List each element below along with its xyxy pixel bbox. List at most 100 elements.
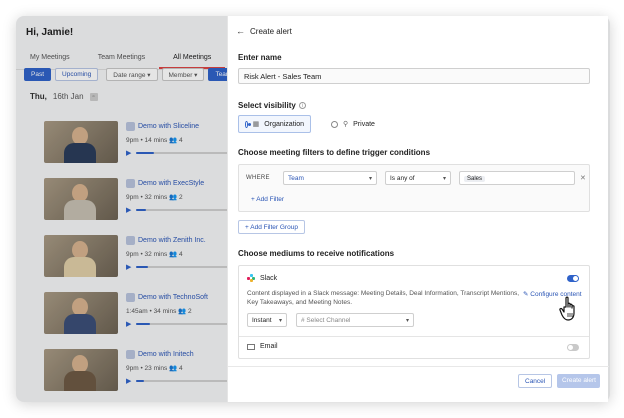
progress-fill	[136, 152, 154, 154]
meeting-title[interactable]: Demo with Zenith Inc.	[138, 237, 206, 244]
pencil-icon: ✎	[523, 291, 529, 298]
private-label: Private	[353, 120, 375, 128]
filter-field-value: Team	[288, 175, 304, 182]
tab-all-meetings[interactable]: All Meetings	[159, 48, 226, 69]
filters-label: Choose meeting filters to define trigger…	[238, 148, 431, 157]
meeting-thumbnail[interactable]	[44, 292, 118, 334]
person-body	[64, 257, 96, 277]
tab-my-meetings[interactable]: My Meetings	[16, 48, 84, 69]
value-chip[interactable]: Sales	[464, 176, 486, 182]
notification-mediums: Slack Content displayed in a Slack messa…	[238, 265, 590, 359]
visibility-label-text: Select visibility	[238, 101, 296, 110]
meeting-type-icon	[126, 236, 135, 245]
progress-fill	[136, 209, 146, 211]
playback-bar[interactable]: ▶	[126, 377, 236, 385]
playback-bar[interactable]: ▶	[126, 149, 236, 157]
person-body	[64, 143, 96, 163]
meeting-title[interactable]: Demo with Sliceline	[138, 123, 199, 130]
meeting-meta: 9pm • 32 mins 👥 4	[126, 251, 183, 258]
playback-bar[interactable]: ▶	[126, 263, 236, 271]
calendar-icon[interactable]: ▫	[89, 92, 98, 101]
meeting-row[interactable]: Demo with Sliceline 9pm • 14 mins 👥 4 ▶	[44, 121, 234, 165]
progress-track[interactable]	[136, 380, 234, 382]
add-filter-button[interactable]: + Add Filter	[251, 196, 284, 203]
play-icon[interactable]: ▶	[126, 320, 131, 328]
progress-fill	[136, 380, 144, 382]
playback-bar[interactable]: ▶	[126, 206, 236, 214]
filter-operator-value: Is any of	[390, 175, 415, 182]
filter-field-select[interactable]: Team ▾	[283, 171, 377, 185]
footer-divider	[228, 366, 609, 367]
channel-placeholder: # Select Channel	[301, 317, 351, 324]
panel-title: Create alert	[250, 26, 292, 36]
meeting-thumbnail[interactable]	[44, 235, 118, 277]
date-label: 16th Jan	[52, 92, 84, 101]
progress-fill	[136, 266, 148, 268]
chevron-down-icon: ▾	[405, 318, 409, 324]
playback-bar[interactable]: ▶	[126, 320, 236, 328]
meeting-thumbnail[interactable]	[44, 121, 118, 163]
person-body	[64, 314, 96, 334]
meeting-title[interactable]: Demo with ExecStyle	[138, 180, 204, 187]
channel-select[interactable]: # Select Channel ▾	[296, 313, 414, 327]
person-body	[64, 200, 96, 220]
past-toggle[interactable]: Past	[24, 68, 52, 81]
enter-name-label: Enter name	[238, 53, 282, 62]
play-icon[interactable]: ▶	[126, 263, 131, 271]
meeting-title[interactable]: Demo with Initech	[138, 351, 194, 358]
meeting-row[interactable]: Demo with Initech 9pm • 23 mins 👥 4 ▶	[44, 349, 234, 393]
building-icon: ▦	[252, 121, 260, 128]
add-filter-group-button[interactable]: + Add Filter Group	[238, 220, 305, 234]
email-row: Email	[247, 343, 278, 350]
slack-row: Slack	[247, 274, 277, 282]
meeting-type-icon	[126, 122, 135, 131]
visibility-organization-option[interactable]: ▦ Organization	[238, 115, 311, 133]
play-icon[interactable]: ▶	[126, 149, 131, 157]
progress-fill	[136, 323, 150, 325]
meeting-row[interactable]: Demo with TechnoSoft 1:45am • 34 mins 👥 2…	[44, 292, 234, 336]
create-alert-button[interactable]: Create alert	[557, 374, 600, 388]
filter-bar: Past Upcoming Date range ▾ Member ▾ Team	[24, 68, 239, 81]
frequency-value: Instant	[252, 317, 272, 324]
date-range-dropdown[interactable]: Date range ▾	[106, 68, 158, 81]
info-icon[interactable]: i	[298, 102, 306, 110]
meeting-type-icon	[126, 179, 135, 188]
meeting-title[interactable]: Demo with TechnoSoft	[138, 294, 208, 301]
tab-team-meetings[interactable]: Team Meetings	[84, 48, 159, 69]
remove-filter-icon[interactable]: ✕	[580, 174, 586, 182]
frequency-select[interactable]: Instant ▾	[247, 313, 287, 327]
chevron-down-icon: ▾	[278, 318, 282, 324]
alert-name-input[interactable]	[238, 68, 590, 84]
play-icon[interactable]: ▶	[126, 377, 131, 385]
progress-track[interactable]	[136, 266, 234, 268]
back-arrow-icon[interactable]: ←	[236, 26, 245, 36]
progress-track[interactable]	[136, 323, 234, 325]
filter-group: WHERE Team ▾ Is any of ▾ Sales ✕ + Add F…	[238, 164, 590, 212]
date-day: Thu,	[30, 92, 47, 101]
meeting-row[interactable]: Demo with ExecStyle 9pm • 32 mins 👥 2 ▶	[44, 178, 234, 222]
meeting-tabs: My Meetings Team Meetings All Meetings	[16, 48, 236, 70]
mediums-label: Choose mediums to receive notifications	[238, 249, 395, 258]
email-toggle[interactable]	[567, 344, 579, 351]
progress-track[interactable]	[136, 209, 234, 211]
where-label: WHERE	[246, 175, 270, 181]
member-dropdown[interactable]: Member ▾	[161, 68, 205, 81]
meeting-meta: 9pm • 23 mins 👥 4	[126, 365, 183, 372]
mail-icon	[247, 343, 255, 350]
upcoming-toggle[interactable]: Upcoming	[55, 68, 99, 81]
cancel-button[interactable]: Cancel	[518, 374, 553, 388]
radio-selected-icon[interactable]	[245, 120, 250, 128]
filter-operator-select[interactable]: Is any of ▾	[385, 171, 451, 185]
chevron-down-icon: ▾	[368, 176, 372, 182]
play-icon[interactable]: ▶	[126, 206, 131, 214]
meeting-type-icon	[126, 293, 135, 302]
slack-toggle[interactable]	[567, 275, 579, 282]
meeting-row[interactable]: Demo with Zenith Inc. 9pm • 32 mins 👥 4 ▶	[44, 235, 234, 279]
slack-label: Slack	[260, 274, 278, 282]
meeting-meta: 9pm • 14 mins 👥 4	[126, 137, 183, 144]
meeting-thumbnail[interactable]	[44, 178, 118, 220]
radio-unselected-icon[interactable]	[331, 120, 338, 128]
filter-value-select[interactable]: Sales	[459, 171, 575, 185]
visibility-private-option[interactable]: ⚲ Private	[325, 115, 381, 133]
meeting-thumbnail[interactable]	[44, 349, 118, 391]
